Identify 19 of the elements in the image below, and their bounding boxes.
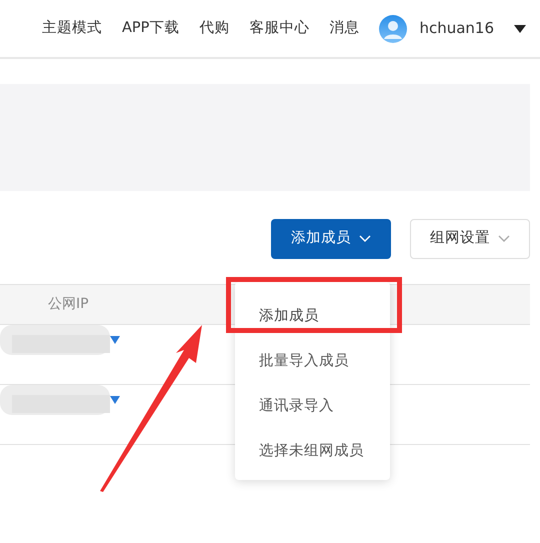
menu-item[interactable]: 添加成员 — [235, 294, 390, 339]
nav-link[interactable]: APP下载 — [122, 18, 180, 40]
menu-item[interactable]: 选择未组网成员 — [235, 429, 390, 474]
menu-item[interactable]: 批量导入成员 — [235, 339, 390, 384]
chevron-icon — [359, 235, 371, 243]
avatar-icon[interactable] — [379, 14, 408, 42]
dropdown-button[interactable]: 添加成员 — [271, 219, 391, 259]
user-name[interactable]: hchuan16 — [419, 17, 494, 40]
nav-link[interactable]: 客服中心 — [249, 18, 310, 40]
caret-icon[interactable] — [514, 24, 526, 32]
nav-link[interactable]: 代购 — [199, 18, 230, 40]
menu-item[interactable]: 通讯录导入 — [235, 384, 390, 429]
dropdown-button[interactable]: 组网设置 — [410, 219, 530, 259]
chevron-icon — [498, 235, 510, 243]
column-header: 公网IP — [48, 295, 89, 314]
nav-link[interactable]: 消息 — [329, 18, 360, 40]
redacted-cell[interactable] — [0, 385, 110, 415]
redacted-cell[interactable] — [0, 325, 110, 355]
nav-link[interactable]: 主题模式 — [42, 18, 102, 40]
